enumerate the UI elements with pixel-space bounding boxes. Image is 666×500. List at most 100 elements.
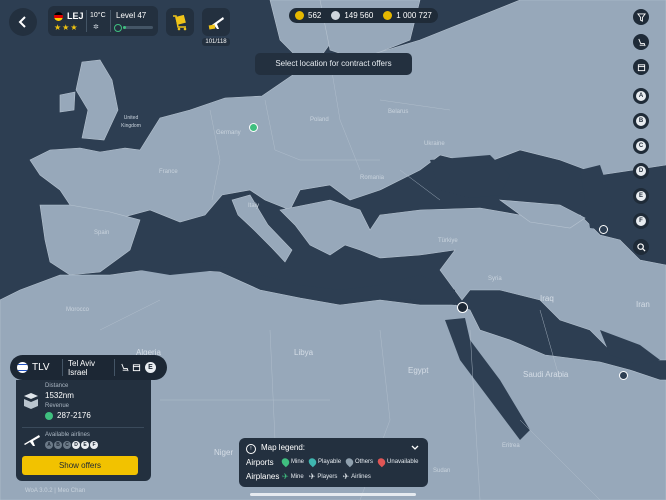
map-legend: ! Map legend: Airports Mine Playable Oth… — [239, 438, 428, 487]
legend-label: Players — [317, 473, 338, 480]
map-label: Türkiye — [438, 238, 458, 244]
chevron-left-icon — [18, 16, 26, 28]
legend-label: Others — [355, 459, 374, 465]
seat-icon — [637, 38, 646, 46]
airport-marker-selected[interactable] — [457, 302, 468, 313]
map-label: Egypt — [408, 366, 429, 375]
class-badge: E — [145, 362, 156, 373]
map-label: Poland — [310, 117, 329, 123]
airplane-airlines-icon: ✈ — [342, 472, 350, 481]
xp-progress-bar — [123, 26, 153, 29]
airport-card-header: TLV Tel Aviv Israel E — [10, 355, 167, 380]
airplane-icon — [24, 435, 40, 446]
airline-badge: D — [72, 441, 80, 449]
airport-marker-mine[interactable] — [249, 123, 258, 132]
show-offers-button[interactable]: Show offers — [22, 456, 138, 475]
legend-label: Mine — [290, 473, 304, 480]
footer-version: WoA 3.0.2 | Meo Chan — [25, 488, 86, 494]
legend-airplanes-label: Airplanes — [246, 472, 280, 481]
currency-value: 149 560 — [344, 11, 374, 20]
back-button[interactable] — [9, 8, 37, 36]
class-b-button[interactable]: B — [633, 113, 649, 129]
map-label: Spain — [94, 230, 110, 236]
class-c-button[interactable]: C — [633, 138, 649, 154]
airport-card: Distance 1532nm Revenue 287-2176 Availab… — [16, 380, 151, 481]
seat-icon — [121, 363, 129, 372]
revenue-coin-icon — [45, 412, 53, 420]
map-label: Libya — [294, 348, 314, 357]
chevron-down-icon[interactable] — [411, 445, 419, 451]
map-label: Germany — [216, 130, 241, 136]
legend-airports-label: Airports — [246, 458, 274, 467]
legend-item: Unavailable — [376, 456, 418, 468]
fleet-button[interactable] — [202, 8, 230, 36]
airplane-icon — [208, 17, 224, 30]
airline-badge: F — [90, 441, 98, 449]
legend-label: Playable — [318, 459, 342, 465]
plane-coin-icon — [331, 11, 341, 20]
airplane-mine-icon: ✈ — [282, 472, 289, 481]
box-icon — [132, 364, 141, 372]
legend-item: ✈ Players — [309, 472, 338, 481]
class-a-button[interactable]: A — [633, 88, 649, 104]
map-label: Niger — [214, 448, 234, 457]
airport-marker[interactable] — [599, 225, 608, 234]
plane-count: 101/118 — [202, 38, 230, 46]
legend-item: ✈ Airlines — [342, 472, 370, 481]
search-icon — [636, 242, 646, 252]
airport-code: TLV — [32, 362, 50, 373]
home-airport-panel[interactable]: LEJ ★★★ 10°C ✲ Level 47 — [48, 6, 158, 36]
search-button[interactable] — [633, 239, 649, 255]
instruction-banner: Select location for contract offers — [255, 53, 412, 75]
letter-f-icon: F — [636, 216, 646, 226]
airport-code: LEJ — [67, 11, 84, 21]
map-label: Iran — [636, 300, 650, 309]
legend-item: Mine — [280, 456, 305, 468]
map-label: Italy — [248, 203, 260, 209]
legend-label: Mine — [291, 459, 305, 465]
map-label: Iraq — [540, 294, 554, 303]
star-coin-icon — [295, 11, 304, 20]
distance-value: 1532nm — [45, 391, 74, 400]
cargo-button[interactable] — [166, 8, 194, 36]
airline-badge: B — [54, 441, 62, 449]
info-icon: ! — [246, 444, 256, 454]
map-label: Morocco — [66, 307, 90, 313]
legend-title: Map legend: — [261, 443, 306, 452]
map-label: Eritrea — [502, 443, 520, 449]
star-rating: ★★★ — [54, 23, 79, 32]
pin-mine-icon — [280, 456, 291, 468]
letter-a-icon: A — [636, 91, 646, 101]
map-label: Saudi Arabia — [523, 370, 569, 379]
revenue-label: Revenue — [45, 403, 70, 409]
legend-label: Airlines — [351, 473, 371, 480]
legend-item: ✈ Mine — [282, 472, 304, 481]
map-label: United Kingdom — [121, 115, 141, 129]
map-label: Ukraine — [424, 141, 445, 147]
home-indicator — [250, 493, 416, 496]
currency-bar: 562 149 560 1 000 727 — [289, 8, 438, 23]
airport-country: Israel — [68, 368, 88, 377]
filter-button[interactable] — [633, 9, 649, 25]
box-icon — [637, 63, 645, 71]
cargo-box-button[interactable] — [633, 59, 649, 75]
class-e-button[interactable]: E — [633, 188, 649, 204]
class-f-button[interactable]: F — [633, 213, 649, 229]
stack-icon — [24, 393, 38, 409]
seat-button[interactable] — [633, 34, 649, 50]
airline-badge: E — [81, 441, 89, 449]
currency-value: 1 000 727 — [396, 11, 432, 20]
airport-city: Tel Aviv — [68, 359, 95, 368]
pin-others-icon — [344, 456, 355, 468]
class-d-button[interactable]: D — [633, 163, 649, 179]
letter-d-icon: D — [636, 166, 646, 176]
airport-marker[interactable] — [619, 371, 628, 380]
legend-item: Others — [344, 456, 374, 468]
temperature: 10°C — [90, 12, 106, 19]
letter-c-icon: C — [636, 141, 646, 151]
currency-value: 562 — [308, 11, 322, 20]
pin-playable-icon — [307, 456, 318, 468]
filter-icon — [636, 12, 646, 22]
revenue-value: 287-2176 — [57, 411, 91, 420]
available-airlines-label: Available airlines — [45, 432, 90, 438]
